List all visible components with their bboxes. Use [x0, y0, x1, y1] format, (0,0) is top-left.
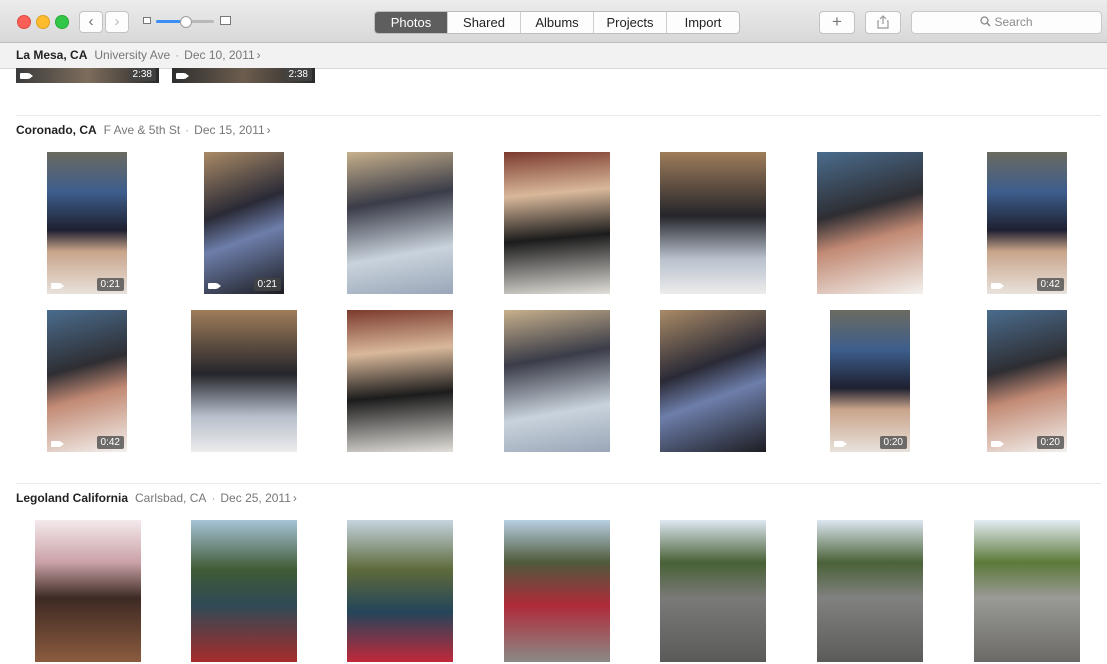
- back-button[interactable]: ‹: [79, 11, 103, 33]
- photo-thumbnail[interactable]: [817, 152, 923, 294]
- moment-separator: ·: [211, 491, 216, 505]
- zoom-in-icon: [220, 16, 231, 25]
- photo-thumbnail[interactable]: [660, 152, 766, 294]
- minimize-window-button[interactable]: [36, 15, 50, 29]
- moment-location: Coronado, CA: [16, 123, 97, 137]
- video-camera-icon: [176, 73, 189, 79]
- video-thumbnail[interactable]: 0:21: [47, 152, 127, 294]
- plus-icon: +: [832, 12, 842, 31]
- tab-projects[interactable]: Projects: [593, 12, 666, 33]
- tab-photos[interactable]: Photos: [375, 12, 447, 33]
- tab-shared[interactable]: Shared: [447, 12, 520, 33]
- share-icon: [877, 15, 889, 29]
- photo-thumbnail[interactable]: [504, 152, 610, 294]
- moment-separator: ·: [185, 123, 190, 137]
- video-thumbnail[interactable]: 2:38: [16, 68, 159, 83]
- moment-title[interactable]: Legoland California Carlsbad, CA · Dec 25, …: [16, 489, 297, 507]
- search-placeholder: Search: [994, 15, 1033, 29]
- window-toolbar: ‹ › Photos Shared Albums Projects Import…: [0, 0, 1107, 43]
- photo-thumbnail[interactable]: [504, 310, 610, 452]
- tab-import[interactable]: Import: [666, 12, 739, 33]
- video-thumbnail[interactable]: 0:20: [987, 310, 1067, 452]
- fullscreen-window-button[interactable]: [55, 15, 69, 29]
- video-duration: 2:38: [284, 68, 312, 81]
- section-divider: [16, 483, 1101, 484]
- moment-date: Dec 10, 2011: [184, 48, 255, 62]
- moment-location: La Mesa, CA: [16, 48, 88, 62]
- video-duration: 0:42: [1036, 278, 1064, 291]
- video-thumbnail[interactable]: 0:20: [830, 310, 910, 452]
- video-camera-icon: [51, 441, 64, 447]
- video-duration: 0:20: [1036, 436, 1064, 449]
- photo-thumbnail[interactable]: [974, 520, 1080, 662]
- video-duration: 0:42: [96, 436, 124, 449]
- video-thumbnail[interactable]: 2:38: [172, 68, 315, 83]
- photo-thumbnail[interactable]: [504, 520, 610, 662]
- photo-thumbnail[interactable]: [817, 520, 923, 662]
- video-camera-icon: [20, 73, 33, 79]
- photo-thumbnail[interactable]: [347, 520, 453, 662]
- close-window-button[interactable]: [17, 15, 31, 29]
- video-duration: 0:21: [96, 278, 124, 291]
- chevron-right-icon: ›: [114, 13, 120, 30]
- video-thumbnail[interactable]: 0:21: [204, 152, 284, 294]
- video-camera-icon: [991, 441, 1004, 447]
- zoom-slider-knob[interactable]: [180, 16, 192, 28]
- video-thumbnail[interactable]: 0:42: [47, 310, 127, 452]
- chevron-right-icon: ›: [266, 123, 271, 137]
- moment-header-la-mesa: La Mesa, CA University Ave · Dec 10, 2011 ›: [0, 43, 1107, 69]
- moment-date: Dec 25, 2011: [220, 491, 291, 505]
- moment-title[interactable]: Coronado, CA F Ave & 5th St · Dec 15, 2011 ›: [16, 121, 271, 139]
- moment-detail: Carlsbad, CA: [135, 491, 207, 505]
- chevron-right-icon: ›: [292, 491, 297, 505]
- moment-detail: F Ave & 5th St: [103, 123, 181, 137]
- search-icon: [980, 16, 992, 27]
- video-thumbnail[interactable]: 0:42: [987, 152, 1067, 294]
- video-duration: 2:38: [128, 68, 156, 81]
- view-tabs: Photos Shared Albums Projects Import: [374, 11, 740, 34]
- moment-title[interactable]: La Mesa, CA University Ave · Dec 10, 2011 ›: [16, 43, 261, 68]
- photo-thumbnail[interactable]: [660, 520, 766, 662]
- video-camera-icon: [991, 283, 1004, 289]
- section-divider: [16, 115, 1101, 116]
- moment-detail: University Ave: [94, 48, 171, 62]
- video-camera-icon: [208, 283, 221, 289]
- moment-date: Dec 15, 2011: [194, 123, 265, 137]
- video-camera-icon: [834, 441, 847, 447]
- chevron-left-icon: ‹: [88, 13, 94, 30]
- moment-location: Legoland California: [16, 491, 129, 505]
- photo-thumbnail[interactable]: [191, 310, 297, 452]
- share-button[interactable]: [865, 11, 901, 34]
- forward-button[interactable]: ›: [105, 11, 129, 33]
- chevron-right-icon: ›: [256, 48, 261, 62]
- zoom-out-icon: [143, 17, 151, 24]
- search-input[interactable]: Search: [911, 11, 1102, 34]
- video-camera-icon: [51, 283, 64, 289]
- photo-thumbnail[interactable]: [191, 520, 297, 662]
- add-button[interactable]: +: [819, 11, 855, 34]
- photo-thumbnail[interactable]: [660, 310, 766, 452]
- photo-thumbnail[interactable]: [35, 520, 141, 662]
- video-duration: 0:20: [879, 436, 907, 449]
- photo-thumbnail[interactable]: [347, 310, 453, 452]
- video-duration: 0:21: [253, 278, 281, 291]
- tab-albums[interactable]: Albums: [520, 12, 593, 33]
- moment-separator: ·: [175, 48, 180, 62]
- photo-thumbnail[interactable]: [347, 152, 453, 294]
